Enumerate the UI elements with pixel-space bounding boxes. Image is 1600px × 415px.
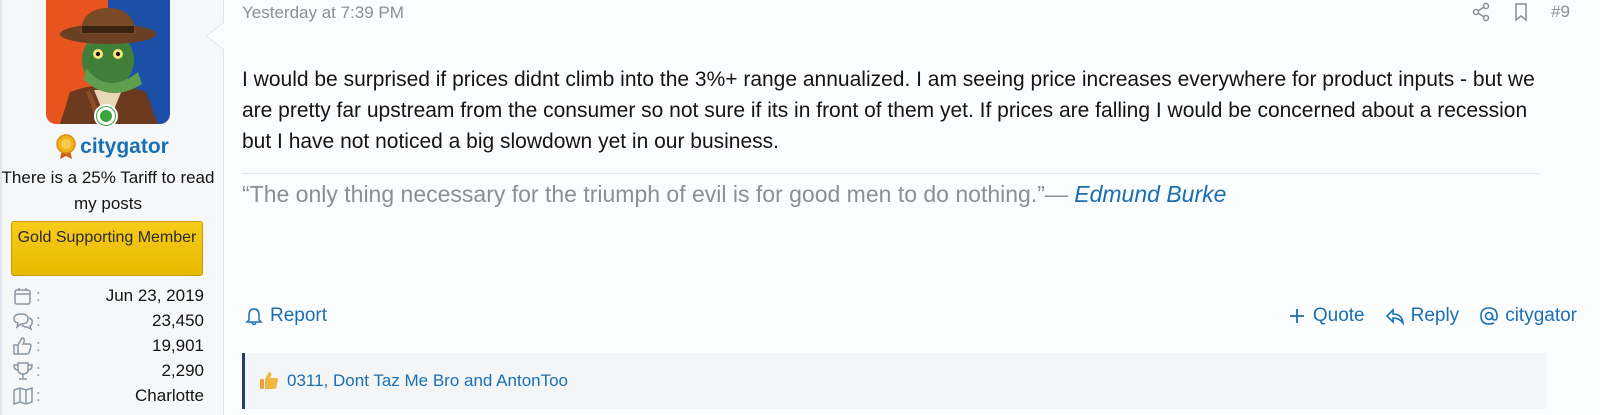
stat-row-joined: : Jun 23, 2019 <box>12 283 204 308</box>
mention-button[interactable]: citygator <box>1479 305 1577 327</box>
stat-location-value: Charlotte <box>135 385 204 405</box>
thumbs-up-icon <box>13 336 32 355</box>
bookmark-icon[interactable] <box>1511 2 1531 22</box>
reply-button[interactable]: Reply <box>1385 305 1460 327</box>
quote-label: Quote <box>1312 305 1365 326</box>
reply-label: Reply <box>1410 305 1460 326</box>
at-icon <box>1480 307 1498 325</box>
username-row: citygator <box>0 134 224 160</box>
signature-divider <box>242 173 1540 174</box>
report-button[interactable]: Report <box>244 305 327 327</box>
stat-joined-value: Jun 23, 2019 <box>105 285 204 305</box>
reaction-users-link[interactable]: 0311, Dont Taz Me Bro and AntonToo <box>287 371 568 391</box>
reactions-bar: 0311, Dont Taz Me Bro and AntonToo <box>242 353 1547 409</box>
stat-row-location: : Charlotte <box>12 383 204 408</box>
message-pointer <box>206 22 224 50</box>
thumbs-up-icon <box>260 372 278 389</box>
stat-reactions-value: 19,901 <box>152 335 204 355</box>
stat-row-reactions: : 19,901 <box>12 333 204 358</box>
stat-messages-value: 23,450 <box>152 310 204 330</box>
username-link[interactable]: citygator <box>80 135 169 159</box>
user-title: There is a 25% Tariff to read my posts <box>1 168 215 213</box>
stat-row-messages: : 23,450 <box>12 308 204 333</box>
post-footer-right: Quote Reply citygator <box>1287 305 1577 327</box>
signature: “The only thing necessary for the triump… <box>242 181 1226 208</box>
calendar-icon <box>14 287 31 305</box>
plus-icon <box>1289 309 1304 323</box>
user-stats: : Jun 23, 2019 : 23,450 : 19,901: 2,290… <box>12 283 204 408</box>
post-header-actions: #9 <box>1471 0 1570 24</box>
signature-quote: “The only thing necessary for the triump… <box>242 181 1068 207</box>
post-footer-left: Report <box>244 305 327 327</box>
post-number-link[interactable]: #9 <box>1551 2 1570 22</box>
quote-button[interactable]: Quote <box>1287 305 1365 327</box>
user-sidebar: citygator There is a 25% Tariff to read … <box>0 0 224 415</box>
messages-icon <box>13 312 33 330</box>
post-body: I would be surprised if prices didnt cli… <box>242 68 1535 153</box>
reply-icon <box>1385 308 1404 326</box>
map-icon <box>13 386 33 405</box>
trophy-icon <box>13 361 33 380</box>
report-label: Report <box>270 305 328 326</box>
signature-author: Edmund Burke <box>1074 181 1227 207</box>
share-icon[interactable] <box>1471 2 1491 22</box>
mention-label: citygator <box>1505 305 1577 326</box>
bell-icon <box>245 308 263 326</box>
user-banner: Gold Supporting Member <box>11 221 203 276</box>
avatar[interactable] <box>46 0 170 128</box>
online-status-icon <box>94 104 118 128</box>
stat-row-points: : 2,290 <box>12 358 204 383</box>
message-main: Yesterday at 7:39 PM #9 I would be surpr… <box>224 0 1600 415</box>
stat-points-value: 2,290 <box>161 360 204 380</box>
post-timestamp[interactable]: Yesterday at 7:39 PM <box>242 3 404 23</box>
medal-icon <box>56 134 76 159</box>
